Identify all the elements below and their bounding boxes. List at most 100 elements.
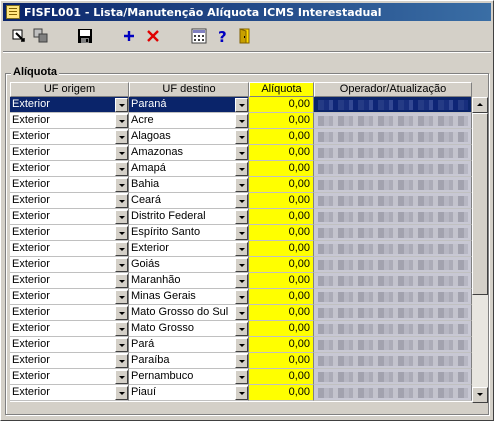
uf-destino-cell[interactable]: Paraíba [129, 353, 249, 369]
exit-icon[interactable] [235, 27, 255, 45]
chevron-down-icon[interactable] [235, 370, 248, 384]
uf-destino-cell[interactable]: Paraná [129, 97, 249, 113]
table-row[interactable]: Exterior Maranhão 0,00 [10, 273, 472, 289]
table-row[interactable]: Exterior Amapá 0,00 [10, 161, 472, 177]
uf-destino-cell[interactable]: Bahia [129, 177, 249, 193]
aliquota-cell[interactable]: 0,00 [249, 369, 314, 385]
table-row[interactable]: Exterior Ceará 0,00 [10, 193, 472, 209]
aliquota-cell[interactable]: 0,00 [249, 113, 314, 129]
chevron-down-icon[interactable] [235, 338, 248, 352]
chevron-down-icon[interactable] [235, 162, 248, 176]
uf-destino-cell[interactable]: Distrito Federal [129, 209, 249, 225]
chevron-down-icon[interactable] [235, 130, 248, 144]
scroll-up-button[interactable] [472, 97, 488, 113]
uf-destino-cell[interactable]: Mato Grosso [129, 321, 249, 337]
table-row[interactable]: Exterior Pará 0,00 [10, 337, 472, 353]
table-row[interactable]: Exterior Mato Grosso do Sul 0,00 [10, 305, 472, 321]
help-icon[interactable]: ? [213, 27, 233, 45]
aliquota-cell[interactable]: 0,00 [249, 305, 314, 321]
table-row[interactable]: Exterior Amazonas 0,00 [10, 145, 472, 161]
uf-origem-cell[interactable]: Exterior [10, 97, 129, 113]
uf-destino-cell[interactable]: Minas Gerais [129, 289, 249, 305]
chevron-down-icon[interactable] [115, 178, 128, 192]
save-icon[interactable] [75, 27, 95, 45]
table-row[interactable]: Exterior Bahia 0,00 [10, 177, 472, 193]
uf-origem-cell[interactable]: Exterior [10, 273, 129, 289]
chevron-down-icon[interactable] [115, 258, 128, 272]
uf-destino-cell[interactable]: Amapá [129, 161, 249, 177]
aliquota-cell[interactable]: 0,00 [249, 337, 314, 353]
table-row[interactable]: Exterior Goiás 0,00 [10, 257, 472, 273]
calculator-icon[interactable] [189, 27, 209, 45]
uf-destino-cell[interactable]: Exterior [129, 241, 249, 257]
table-row[interactable]: Exterior Exterior 0,00 [10, 241, 472, 257]
aliquota-cell[interactable]: 0,00 [249, 321, 314, 337]
chevron-down-icon[interactable] [115, 322, 128, 336]
chevron-down-icon[interactable] [115, 146, 128, 160]
uf-origem-cell[interactable]: Exterior [10, 113, 129, 129]
aliquota-cell[interactable]: 0,00 [249, 353, 314, 369]
chevron-down-icon[interactable] [235, 322, 248, 336]
uf-origem-cell[interactable]: Exterior [10, 353, 129, 369]
aliquota-cell[interactable]: 0,00 [249, 129, 314, 145]
uf-origem-cell[interactable]: Exterior [10, 177, 129, 193]
uf-origem-cell[interactable]: Exterior [10, 241, 129, 257]
export-icon[interactable] [9, 27, 29, 45]
add-icon[interactable] [119, 27, 139, 45]
chevron-down-icon[interactable] [115, 354, 128, 368]
chevron-down-icon[interactable] [235, 98, 248, 112]
uf-destino-cell[interactable]: Acre [129, 113, 249, 129]
column-header-1[interactable]: UF origem [10, 82, 129, 97]
uf-destino-cell[interactable]: Pará [129, 337, 249, 353]
aliquota-cell[interactable]: 0,00 [249, 97, 314, 113]
table-row[interactable]: Exterior Pernambuco 0,00 [10, 369, 472, 385]
chevron-down-icon[interactable] [235, 114, 248, 128]
uf-destino-cell[interactable]: Espírito Santo [129, 225, 249, 241]
chevron-down-icon[interactable] [115, 226, 128, 240]
chevron-down-icon[interactable] [115, 242, 128, 256]
aliquota-cell[interactable]: 0,00 [249, 193, 314, 209]
table-row[interactable]: Exterior Minas Gerais 0,00 [10, 289, 472, 305]
chevron-down-icon[interactable] [115, 274, 128, 288]
uf-origem-cell[interactable]: Exterior [10, 225, 129, 241]
table-row[interactable]: Exterior Alagoas 0,00 [10, 129, 472, 145]
aliquota-cell[interactable]: 0,00 [249, 257, 314, 273]
aliquota-cell[interactable]: 0,00 [249, 385, 314, 401]
chevron-down-icon[interactable] [115, 210, 128, 224]
chevron-down-icon[interactable] [235, 242, 248, 256]
chevron-down-icon[interactable] [115, 194, 128, 208]
uf-destino-cell[interactable]: Alagoas [129, 129, 249, 145]
aliquota-cell[interactable]: 0,00 [249, 273, 314, 289]
chevron-down-icon[interactable] [115, 114, 128, 128]
chevron-down-icon[interactable] [235, 386, 248, 400]
chevron-down-icon[interactable] [115, 162, 128, 176]
uf-destino-cell[interactable]: Piauí [129, 385, 249, 401]
column-header-2[interactable]: UF destino [129, 82, 249, 97]
chevron-down-icon[interactable] [115, 370, 128, 384]
chevron-down-icon[interactable] [115, 386, 128, 400]
table-row[interactable]: Exterior Paraíba 0,00 [10, 353, 472, 369]
column-header-3[interactable]: Alíquota [249, 82, 314, 97]
chevron-down-icon[interactable] [235, 354, 248, 368]
aliquota-cell[interactable]: 0,00 [249, 209, 314, 225]
chevron-down-icon[interactable] [235, 258, 248, 272]
delete-icon[interactable] [143, 27, 163, 45]
scroll-down-button[interactable] [472, 387, 488, 403]
chevron-down-icon[interactable] [115, 338, 128, 352]
chevron-down-icon[interactable] [235, 178, 248, 192]
uf-origem-cell[interactable]: Exterior [10, 129, 129, 145]
aliquota-cell[interactable]: 0,00 [249, 145, 314, 161]
uf-destino-cell[interactable]: Goiás [129, 257, 249, 273]
uf-origem-cell[interactable]: Exterior [10, 337, 129, 353]
uf-destino-cell[interactable]: Pernambuco [129, 369, 249, 385]
chevron-down-icon[interactable] [235, 210, 248, 224]
aliquota-cell[interactable]: 0,00 [249, 289, 314, 305]
column-header-4[interactable]: Operador/Atualização [314, 82, 472, 97]
aliquota-cell[interactable]: 0,00 [249, 177, 314, 193]
uf-destino-cell[interactable]: Amazonas [129, 145, 249, 161]
uf-origem-cell[interactable]: Exterior [10, 257, 129, 273]
chevron-down-icon[interactable] [235, 274, 248, 288]
chevron-down-icon[interactable] [115, 130, 128, 144]
copy-icon[interactable] [31, 27, 51, 45]
chevron-down-icon[interactable] [235, 226, 248, 240]
